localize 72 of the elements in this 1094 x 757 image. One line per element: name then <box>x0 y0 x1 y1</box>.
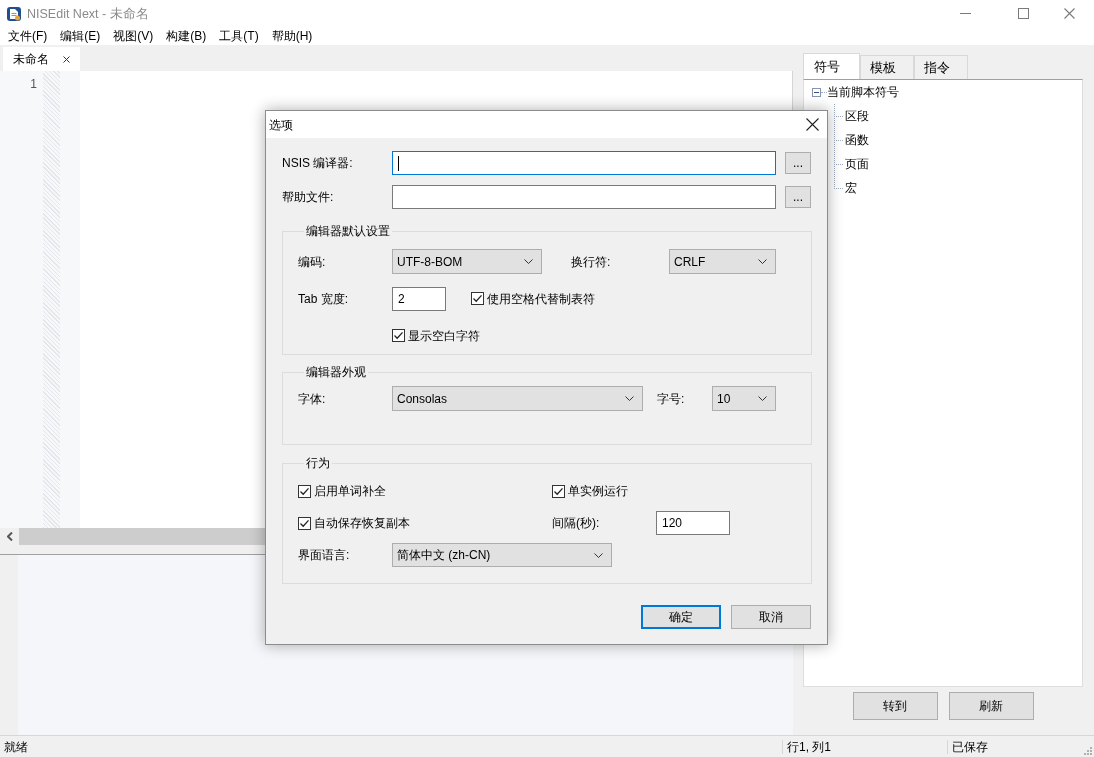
window-title: NISEdit Next - 未命名 <box>27 6 149 21</box>
close-icon[interactable] <box>806 118 819 131</box>
editor-tab[interactable]: 未命名 <box>3 47 80 71</box>
input-field[interactable] <box>392 185 776 209</box>
line-number: 1 <box>29 77 37 91</box>
group-title: 行为 <box>305 456 331 470</box>
minimize-icon[interactable] <box>960 12 971 15</box>
tree-item[interactable]: 区段 <box>845 109 869 123</box>
checkbox[interactable] <box>552 484 565 498</box>
status-text: 行1, 列1 <box>787 739 831 754</box>
field-label: 编码: <box>298 254 326 269</box>
text-cursor-icon <box>398 155 399 171</box>
checkbox[interactable] <box>471 292 484 305</box>
maximize-icon[interactable] <box>1018 8 1029 19</box>
resize-grip-icon[interactable] <box>1084 746 1092 755</box>
menu-item[interactable]: 构建(B) <box>163 27 210 45</box>
checkbox-label: 使用空格代替制表符 <box>487 291 595 306</box>
tree-item[interactable]: 当前脚本符号 <box>827 85 899 99</box>
checkbox[interactable] <box>298 516 311 530</box>
menu-item[interactable]: 帮助(H) <box>268 27 316 45</box>
group-title: 编辑器默认设置 <box>305 224 391 238</box>
chevron-down-icon <box>625 396 634 401</box>
refresh-button[interactable]: 刷新 <box>948 692 1034 720</box>
checkbox-label: 显示空白字符 <box>408 328 480 343</box>
menu-item[interactable]: 工具(T) <box>216 27 262 45</box>
panel-tab[interactable]: 指令 <box>914 55 968 80</box>
checkbox[interactable] <box>298 484 311 498</box>
status-text: 就绪 <box>4 739 28 754</box>
menu-item[interactable]: 编辑(E) <box>57 27 104 45</box>
checkbox-label: 自动保存恢复副本 <box>314 516 410 530</box>
ok-button[interactable]: 确定 <box>641 605 721 629</box>
scroll-left-icon[interactable] <box>7 532 13 541</box>
input-field[interactable] <box>392 151 776 175</box>
chevron-down-icon <box>594 552 603 558</box>
dropdown[interactable]: Consolas <box>392 386 643 411</box>
browse-button[interactable]: ... <box>785 186 811 208</box>
goto-button[interactable]: 转到 <box>852 692 938 720</box>
dialog-title: 选项 <box>269 117 293 132</box>
input-field[interactable]: 2 <box>392 286 446 311</box>
browse-button[interactable]: ... <box>785 152 811 174</box>
chevron-down-icon <box>758 259 767 264</box>
field-label: Tab 宽度: <box>298 291 348 306</box>
close-icon[interactable] <box>63 55 70 63</box>
field-label: NSIS 编译器: <box>282 156 353 170</box>
menu-item[interactable]: 文件(F) <box>5 27 51 45</box>
dropdown[interactable]: 10 <box>712 386 776 411</box>
dropdown[interactable]: 简体中文 (zh-CN) <box>392 543 612 567</box>
app-icon <box>7 6 21 21</box>
collapse-icon[interactable] <box>812 87 821 97</box>
field-label: 字号: <box>657 391 685 406</box>
chevron-down-icon <box>758 396 767 401</box>
checkbox[interactable] <box>392 329 405 342</box>
field-label: 界面语言: <box>298 548 350 562</box>
checkbox-label: 启用单词补全 <box>314 484 386 498</box>
tree-item[interactable]: 宏 <box>845 181 857 195</box>
input-field[interactable]: 120 <box>656 511 730 535</box>
tree-item[interactable]: 函数 <box>845 133 869 147</box>
field-label: 换行符: <box>571 254 611 269</box>
field-label: 间隔(秒): <box>552 516 600 530</box>
panel-tab[interactable]: 符号 <box>803 53 860 80</box>
status-text: 已保存 <box>952 739 988 754</box>
tree-item[interactable]: 页面 <box>845 157 869 171</box>
cancel-button[interactable]: 取消 <box>731 605 811 629</box>
field-label: 字体: <box>298 391 326 406</box>
menu-item[interactable]: 视图(V) <box>110 27 157 45</box>
chevron-down-icon <box>524 259 533 264</box>
dropdown[interactable]: UTF-8-BOM <box>392 249 542 274</box>
dropdown[interactable]: CRLF <box>669 249 776 274</box>
panel-tab[interactable]: 模板 <box>860 55 914 80</box>
field-label: 帮助文件: <box>282 190 334 204</box>
group-title: 编辑器外观 <box>305 365 367 379</box>
checkbox-label: 单实例运行 <box>568 484 628 498</box>
